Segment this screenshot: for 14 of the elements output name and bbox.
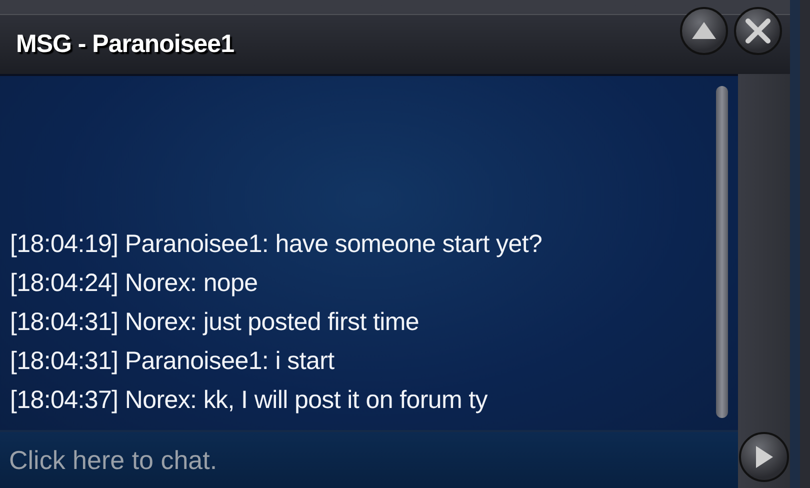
chat-message: [18:04:31] Paranoisee1: i start bbox=[10, 346, 336, 377]
scrollbar-thumb[interactable] bbox=[716, 86, 728, 418]
play-arrow-icon bbox=[753, 444, 775, 470]
close-icon bbox=[745, 18, 771, 44]
chat-message: [18:04:31] Norex: just posted first time bbox=[10, 307, 420, 338]
close-button[interactable] bbox=[734, 6, 782, 54]
chat-message: [18:04:19] Paranoisee1: have someone start yet? bbox=[10, 229, 544, 260]
collapse-button[interactable] bbox=[680, 6, 728, 54]
chat-message: [18:04:37] Norex: kk, I will post it on forum ty bbox=[10, 385, 488, 416]
window-title: MSG - Paranoisee1 bbox=[15, 30, 234, 59]
chat-input-field[interactable]: Click here to chat. bbox=[0, 430, 738, 488]
send-button[interactable] bbox=[739, 432, 789, 482]
chat-message: [18:04:24] Norex: nope bbox=[10, 268, 259, 299]
up-arrow-icon bbox=[690, 20, 718, 42]
